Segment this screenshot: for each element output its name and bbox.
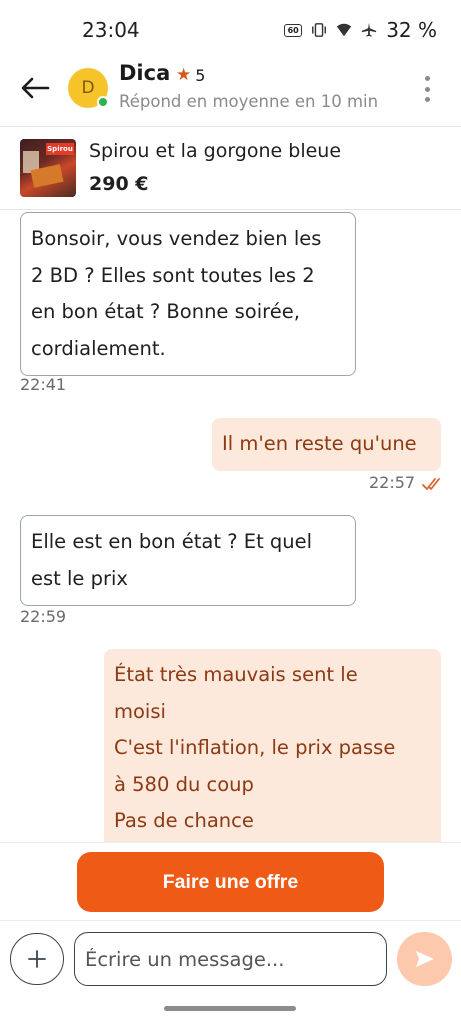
product-card[interactable]: Spirou Spirou et la gorgone bleue 290 € [0, 127, 461, 209]
message-composer [0, 920, 461, 1000]
message-line: moisi [114, 699, 166, 723]
back-button[interactable] [18, 73, 52, 103]
incoming-message-bubble[interactable]: Bonsoir, vous vendez bien les 2 BD ? Ell… [20, 212, 356, 376]
message-line: est le prix [31, 566, 128, 590]
message-line: en bon état ? Bonne soirée, [31, 300, 300, 323]
airplane-icon [361, 22, 377, 38]
product-thumbnail[interactable]: Spirou [20, 139, 76, 197]
response-time: Répond en moyenne en 10 min [119, 92, 379, 111]
message-time: 22:57 [369, 473, 416, 492]
incoming-message-bubble[interactable]: Elle est en bon état ? Et quel est le pr… [20, 515, 356, 606]
product-title: Spirou et la gorgone bleue [89, 140, 342, 162]
home-indicator[interactable] [164, 1006, 296, 1011]
message-line: à 580 du coup [114, 772, 254, 796]
outgoing-message-bubble[interactable]: État très mauvais sent le moisi C'est l'… [104, 649, 441, 842]
seller-rating: ★ 5 [176, 65, 205, 85]
dot-icon [424, 97, 430, 102]
product-price: 290 € [89, 173, 149, 195]
battery-level: 32 % [386, 18, 437, 42]
wifi-icon [336, 22, 352, 38]
status-time: 23:04 [82, 18, 140, 42]
message-line: Bonsoir, vous vendez bien les [31, 227, 322, 250]
message-line: 2 BD ? Elles sont toutes les 2 [31, 263, 315, 287]
back-arrow-icon [21, 77, 50, 99]
message-line: Il m'en reste qu'une [222, 432, 417, 455]
plus-icon [28, 950, 46, 968]
star-icon: ★ [176, 65, 192, 85]
make-offer-button[interactable]: Faire une offre [77, 852, 384, 912]
read-receipt-icon [422, 478, 440, 490]
message-line: cordialement. [31, 336, 166, 360]
dot-icon [424, 86, 430, 92]
message-time: 22:59 [20, 607, 67, 626]
message-list[interactable]: Bonsoir, vous vendez bien les 2 BD ? Ell… [0, 210, 461, 842]
status-bar: 23:04 60 32 % [0, 0, 461, 60]
online-status-dot [97, 96, 109, 108]
network-badge-icon: 60 [284, 23, 303, 37]
message-line: C'est l'inflation, le prix passe [114, 736, 396, 759]
more-options-button[interactable] [417, 73, 437, 105]
status-icons: 60 32 % [284, 18, 437, 42]
message-line: Pas de chance [114, 809, 254, 832]
attach-button[interactable] [10, 933, 64, 985]
seller-name[interactable]: Dica [119, 61, 170, 85]
send-icon [415, 951, 434, 967]
message-input[interactable] [74, 932, 387, 986]
message-line: État très mauvais sent le [114, 663, 358, 686]
rating-count: 5 [195, 65, 206, 85]
message-line: Elle est en bon état ? Et quel [31, 530, 313, 553]
dot-icon [424, 76, 430, 81]
offer-bar: Faire une offre [0, 842, 461, 920]
chat-screen: 23:04 60 32 % D Dica ★ 5 Répond en moyen… [0, 0, 461, 1024]
outgoing-message-bubble[interactable]: Il m'en reste qu'une [212, 418, 441, 471]
conversation-header: D Dica ★ 5 Répond en moyenne en 10 min [0, 55, 461, 125]
send-button[interactable] [397, 932, 452, 986]
message-time: 22:41 [20, 375, 67, 394]
vibrate-icon [311, 22, 327, 38]
